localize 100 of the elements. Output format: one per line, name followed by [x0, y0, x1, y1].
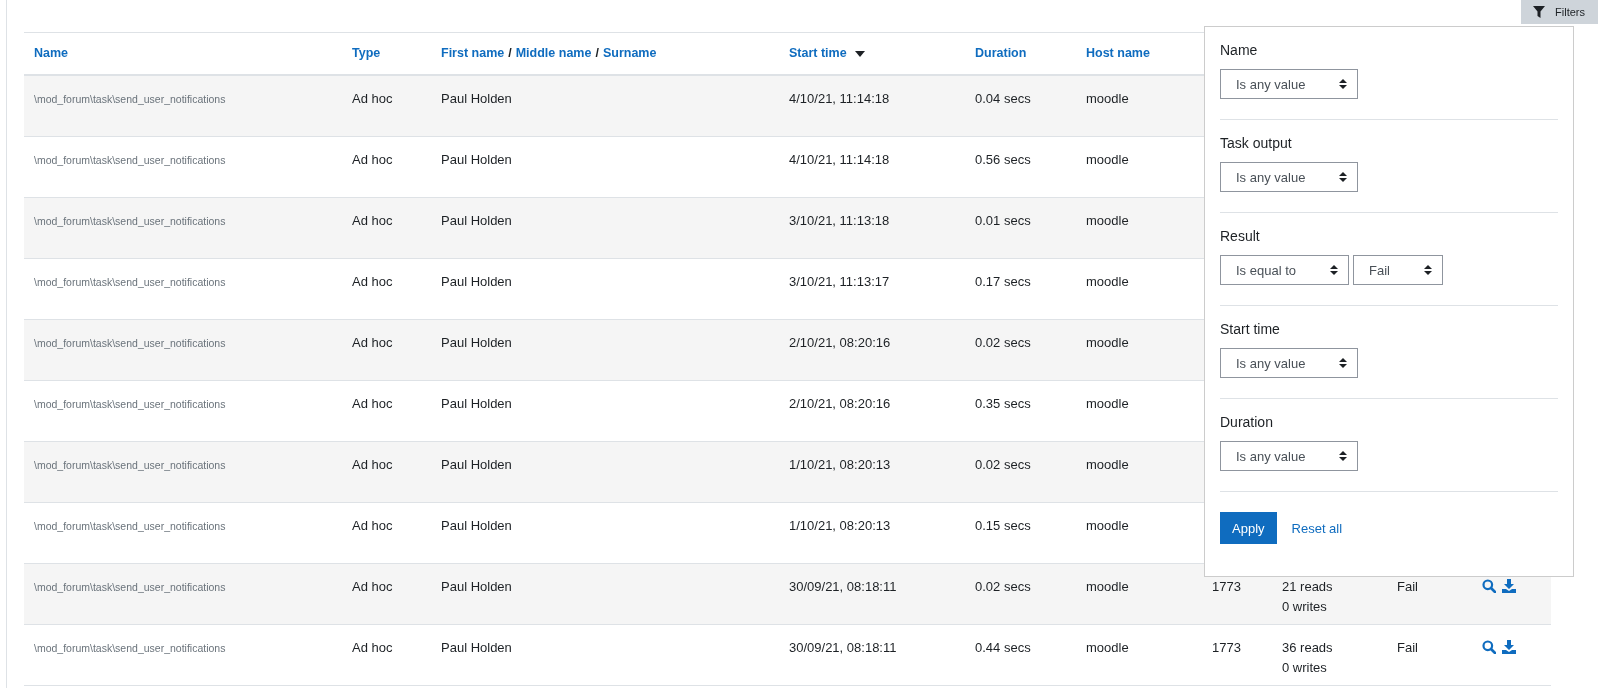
up-down-arrows-icon: [1339, 79, 1348, 89]
filter-select[interactable]: Is any value: [1220, 441, 1359, 471]
user-name: Paul Holden: [441, 640, 512, 655]
task-type: Ad hoc: [352, 518, 393, 533]
start-time: 2/10/21, 08:20:16: [789, 396, 891, 411]
column-header-link[interactable]: Surname: [602, 46, 657, 60]
result: Fail: [1397, 579, 1418, 594]
download-icon[interactable]: [1502, 579, 1516, 596]
separator-text: /: [508, 46, 512, 60]
apply-button[interactable]: Apply: [1220, 512, 1277, 544]
user-name: Paul Holden: [441, 396, 512, 411]
task-name: \mod_forum\task\send_user_notifications: [34, 276, 226, 288]
reset-all-link[interactable]: Reset all: [1291, 520, 1343, 536]
start-time: 1/10/21, 08:20:13: [789, 457, 891, 472]
filter-label: Task output: [1220, 135, 1293, 151]
filter-select[interactable]: Is any value: [1220, 348, 1359, 378]
start-time: 3/10/21, 11:13:17: [789, 274, 890, 289]
process-id: 1773: [1212, 579, 1241, 594]
duration: 0.02 secs: [975, 579, 1031, 594]
database-reads: 21 reads: [1282, 578, 1334, 596]
host-name: moodle: [1086, 457, 1129, 472]
task-type: Ad hoc: [352, 396, 393, 411]
host-name: moodle: [1086, 518, 1129, 533]
filter-label: Start time: [1220, 321, 1281, 337]
start-time: 30/09/21, 08:18:11: [789, 640, 897, 655]
filter-label: Duration: [1220, 414, 1274, 430]
filter-label: Result: [1220, 228, 1261, 244]
host-name: moodle: [1086, 91, 1129, 106]
user-name: Paul Holden: [441, 91, 512, 106]
filter-label: Name: [1220, 42, 1259, 58]
task-name: \mod_forum\task\send_user_notifications: [34, 520, 226, 532]
column-header-link[interactable]: Start time: [789, 46, 847, 60]
filter-select[interactable]: Fail: [1353, 255, 1443, 285]
start-time: 4/10/21, 11:14:18: [789, 152, 890, 167]
column-header-link[interactable]: Name: [34, 46, 69, 60]
host-name: moodle: [1086, 213, 1129, 228]
duration: 0.01 secs: [975, 213, 1031, 228]
start-time: 3/10/21, 11:13:18: [789, 213, 890, 228]
host-name: moodle: [1086, 335, 1129, 350]
duration: 0.15 secs: [975, 518, 1031, 533]
host-name: moodle: [1086, 640, 1129, 655]
task-type: Ad hoc: [352, 91, 393, 106]
column-header-link[interactable]: Type: [352, 46, 381, 60]
user-name: Paul Holden: [441, 457, 512, 472]
filter-select[interactable]: Is equal to: [1220, 255, 1349, 285]
host-name: moodle: [1086, 274, 1129, 289]
up-down-arrows-icon: [1330, 265, 1338, 275]
filter-select[interactable]: Is any value: [1220, 162, 1359, 192]
column-header-link[interactable]: First name: [441, 46, 505, 60]
host-name: moodle: [1086, 579, 1129, 594]
task-name: \mod_forum\task\send_user_notifications: [34, 93, 226, 105]
user-name: Paul Holden: [441, 274, 512, 289]
task-type: Ad hoc: [352, 335, 393, 350]
task-type: Ad hoc: [352, 213, 393, 228]
task-name: \mod_forum\task\send_user_notifications: [34, 642, 226, 654]
user-name: Paul Holden: [441, 335, 512, 350]
database-writes: 0 writes: [1282, 598, 1328, 616]
database-reads: 36 reads: [1282, 639, 1334, 657]
funnel-icon: [1533, 6, 1546, 18]
start-time: 4/10/21, 11:14:18: [789, 91, 890, 106]
start-time: 2/10/21, 08:20:16: [789, 335, 891, 350]
duration: 0.44 secs: [975, 640, 1031, 655]
database-writes: 0 writes: [1282, 659, 1328, 677]
filter-select[interactable]: Is any value: [1220, 69, 1359, 99]
task-name: \mod_forum\task\send_user_notifications: [34, 337, 226, 349]
start-time: 1/10/21, 08:20:13: [789, 518, 891, 533]
duration: 0.35 secs: [975, 396, 1031, 411]
task-type: Ad hoc: [352, 579, 393, 594]
result: Fail: [1397, 640, 1418, 655]
start-time: 30/09/21, 08:18:11: [789, 579, 897, 594]
host-name: moodle: [1086, 152, 1129, 167]
duration: 0.02 secs: [975, 457, 1031, 472]
up-down-arrows-icon: [1339, 172, 1348, 182]
column-header-link[interactable]: Host name: [1086, 46, 1150, 60]
column-header-link[interactable]: Duration: [975, 46, 1027, 60]
task-type: Ad hoc: [352, 640, 393, 655]
download-icon[interactable]: [1502, 640, 1516, 657]
task-type: Ad hoc: [352, 457, 393, 472]
up-down-arrows-icon: [1423, 265, 1432, 275]
task-name: \mod_forum\task\send_user_notifications: [34, 215, 226, 227]
up-down-arrows-icon: [1339, 358, 1348, 368]
search-icon[interactable]: [1482, 579, 1496, 596]
search-icon[interactable]: [1482, 640, 1496, 657]
task-name: \mod_forum\task\send_user_notifications: [34, 154, 226, 166]
duration: 0.04 secs: [975, 91, 1031, 106]
task-name: \mod_forum\task\send_user_notifications: [34, 459, 226, 471]
up-down-arrows-icon: [1339, 451, 1348, 461]
column-header-link[interactable]: Middle name: [515, 46, 592, 60]
process-id: 1773: [1212, 640, 1241, 655]
user-name: Paul Holden: [441, 152, 512, 167]
task-name: \mod_forum\task\send_user_notifications: [34, 398, 226, 410]
host-name: moodle: [1086, 396, 1129, 411]
filters-button[interactable]: Filters: [1521, 0, 1598, 24]
duration: 0.02 secs: [975, 335, 1031, 350]
separator-text: /: [595, 46, 599, 60]
duration: 0.56 secs: [975, 152, 1031, 167]
user-name: Paul Holden: [441, 213, 512, 228]
task-name: \mod_forum\task\send_user_notifications: [34, 581, 226, 593]
user-name: Paul Holden: [441, 579, 512, 594]
task-type: Ad hoc: [352, 152, 393, 167]
